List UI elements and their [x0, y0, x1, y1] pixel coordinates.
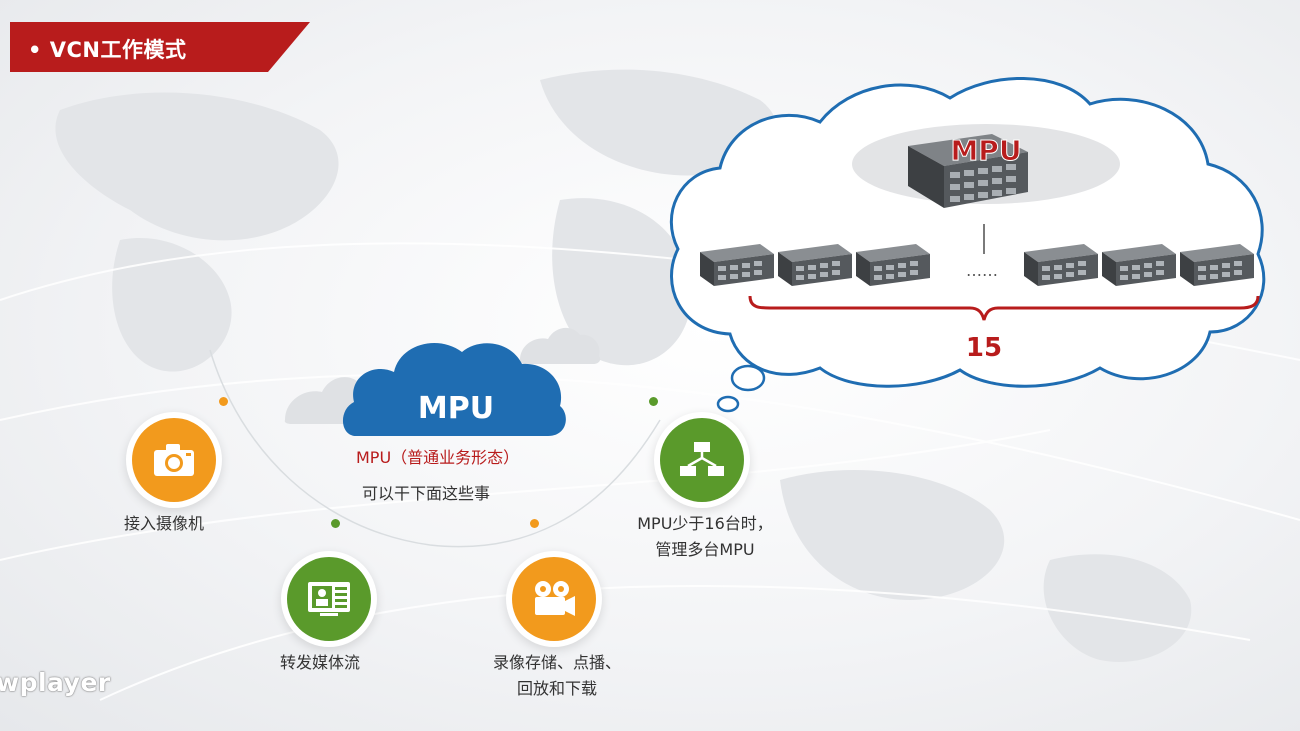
network-tree-circle — [660, 418, 744, 502]
media-stream-circle — [287, 557, 371, 641]
mpu-cloud: MPU — [342, 342, 566, 436]
connector-dot — [219, 397, 228, 406]
server-count-label: 15 — [966, 333, 1002, 363]
network-tree-icon — [680, 442, 724, 476]
connector-dot — [649, 397, 658, 406]
video-camera-circle — [512, 557, 596, 641]
mpu-cloud-title: MPU — [418, 391, 494, 426]
server-ellipsis: …… — [966, 261, 998, 280]
label-camera: 接入摄像机 — [124, 514, 205, 533]
camera-icon — [154, 444, 194, 476]
mpu-description: 可以干下面这些事 — [362, 484, 491, 503]
video-camera-icon — [535, 581, 575, 616]
connector-dot — [530, 519, 539, 528]
label-management-line1: MPU少于16台时， — [637, 514, 773, 533]
player-watermark: wplayer — [0, 668, 111, 697]
label-management-line2: 管理多台MPU — [655, 540, 755, 559]
connector-dot — [331, 519, 340, 528]
media-stream-icon — [308, 582, 350, 616]
camera-circle — [132, 418, 216, 502]
label-recording: 录像存储、点播、 回放和下载 — [482, 650, 632, 702]
page-title: • VCN工作模式 — [28, 38, 187, 62]
label-media-stream: 转发媒体流 — [280, 653, 361, 672]
master-mpu-label: MPU — [950, 134, 1021, 167]
label-management: MPU少于16台时， 管理多台MPU — [620, 511, 790, 563]
mpu-subtitle: MPU（普通业务形态） — [356, 448, 520, 467]
label-recording-line2: 回放和下载 — [516, 679, 597, 698]
mpu-cluster-cloud: MPU …… 15 — [669, 77, 1266, 388]
label-recording-line1: 录像存储、点播、 — [492, 653, 621, 672]
